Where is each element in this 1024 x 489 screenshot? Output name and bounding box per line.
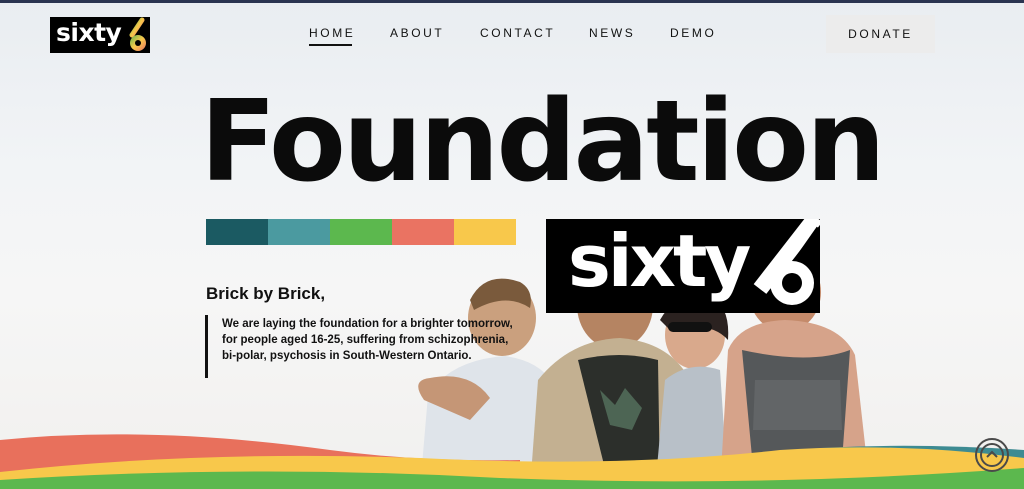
- nav-about[interactable]: ABOUT: [390, 26, 444, 40]
- scroll-to-top-button[interactable]: [975, 438, 1009, 472]
- donate-button[interactable]: DONATE: [826, 15, 935, 53]
- nav-contact[interactable]: CONTACT: [480, 26, 555, 40]
- description-accent-bar: [205, 315, 208, 378]
- hero-title: Foundation: [200, 77, 886, 207]
- top-border: [0, 0, 1024, 3]
- bottom-waves: [0, 434, 1024, 489]
- nav-home[interactable]: HOME: [309, 26, 355, 46]
- hero-logo-six-mark: [753, 219, 820, 305]
- hero-tagline: Brick by Brick,: [206, 284, 326, 303]
- stripe-dark-teal: [206, 219, 268, 245]
- nav-demo[interactable]: DEMO: [670, 26, 716, 40]
- scroll-to-top-inner: [980, 443, 1004, 467]
- stripe-teal: [268, 219, 330, 245]
- stripe-green: [330, 219, 392, 245]
- hero-description: We are laying the foundation for a brigh…: [222, 318, 513, 362]
- chevron-up-icon: [986, 450, 998, 458]
- hero-logo: sixty: [546, 219, 820, 313]
- nav-news[interactable]: NEWS: [589, 26, 635, 40]
